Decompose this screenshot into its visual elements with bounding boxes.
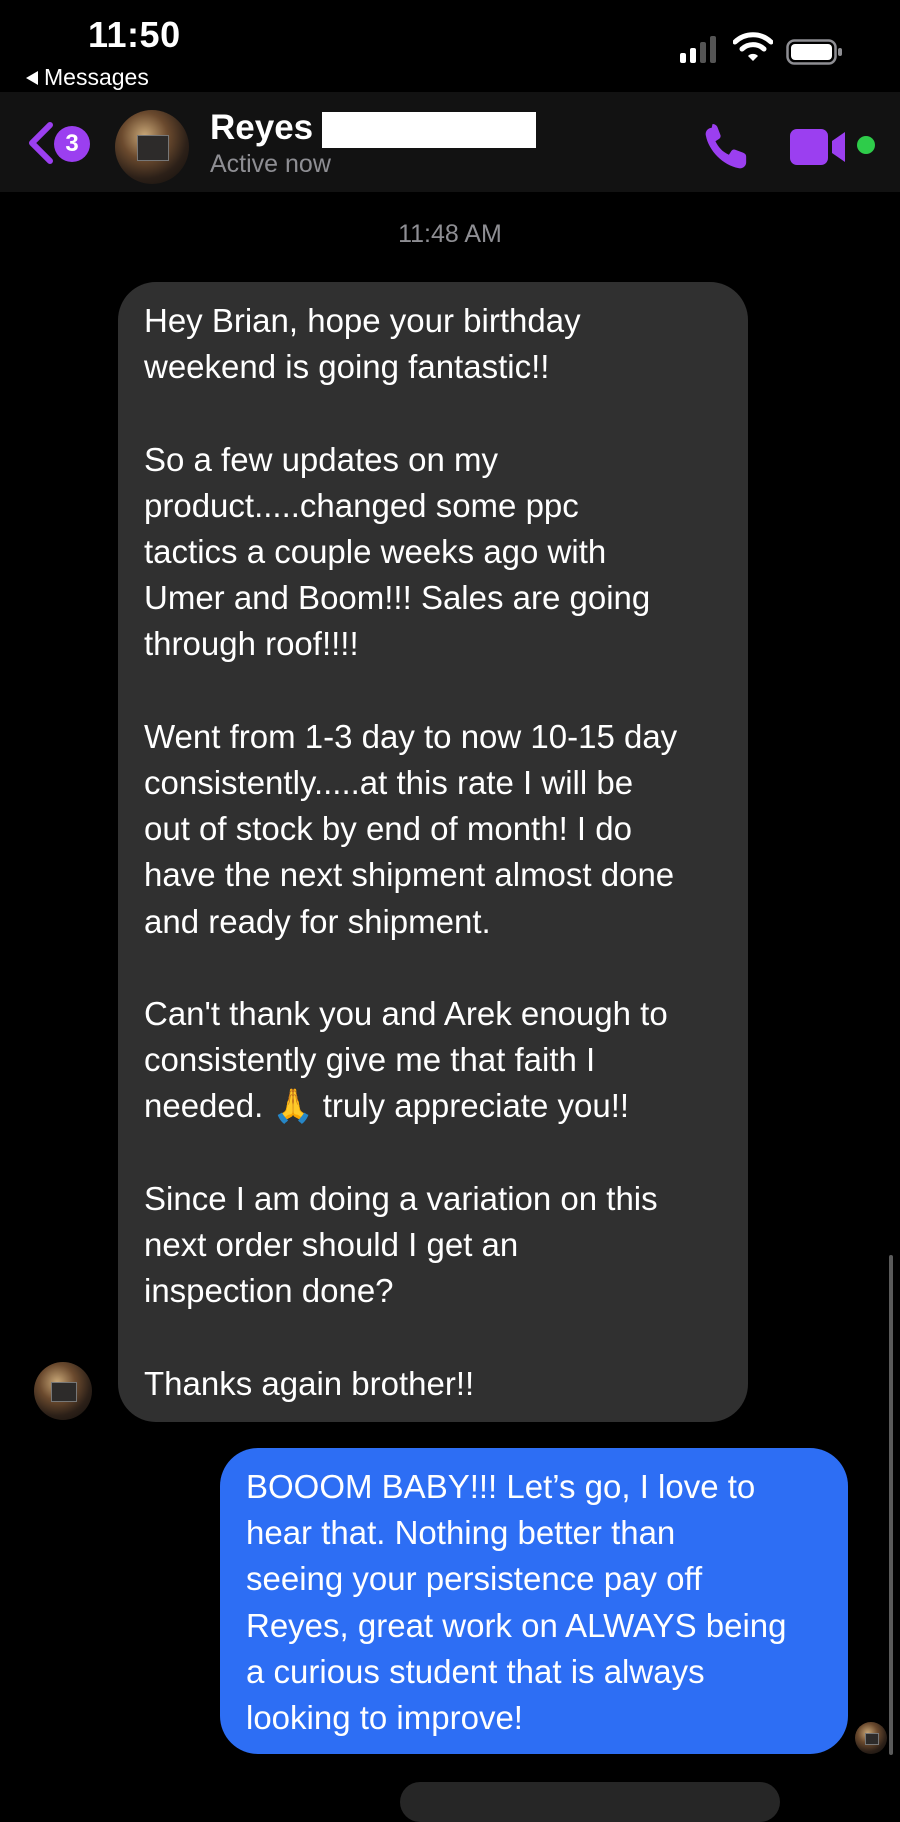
sender-avatar[interactable] [34, 1362, 92, 1420]
chevron-left-icon [29, 122, 53, 164]
online-indicator [857, 136, 875, 154]
status-time: 11:50 [88, 14, 181, 55]
voice-call-button[interactable] [702, 122, 752, 177]
wifi-icon [732, 32, 774, 67]
back-triangle-icon [26, 70, 38, 85]
cellular-signal-icon [680, 36, 716, 63]
incoming-message-bubble[interactable]: Hey Brian, hope your birthday weekend is… [118, 282, 748, 1422]
back-app-label: Messages [44, 64, 149, 90]
message-timestamp: 11:48 AM [398, 220, 502, 248]
unread-count-badge: 3 [54, 126, 90, 162]
video-camera-icon [790, 129, 845, 165]
phone-icon [705, 124, 747, 169]
read-receipt-avatar [855, 1722, 887, 1754]
name-redaction-box [322, 112, 536, 148]
contact-avatar[interactable] [115, 110, 189, 184]
back-to-app-link[interactable]: Messages [26, 64, 149, 91]
outgoing-message-bubble[interactable]: BOOOM BABY!!! Let’s go, I love to hear t… [220, 1448, 848, 1754]
contact-name[interactable]: Reyes [210, 108, 313, 148]
active-status: Active now [210, 150, 331, 178]
scrollbar[interactable] [889, 1255, 893, 1755]
battery-icon [786, 39, 844, 70]
video-call-button[interactable] [790, 127, 848, 172]
message-composer[interactable] [400, 1782, 780, 1822]
